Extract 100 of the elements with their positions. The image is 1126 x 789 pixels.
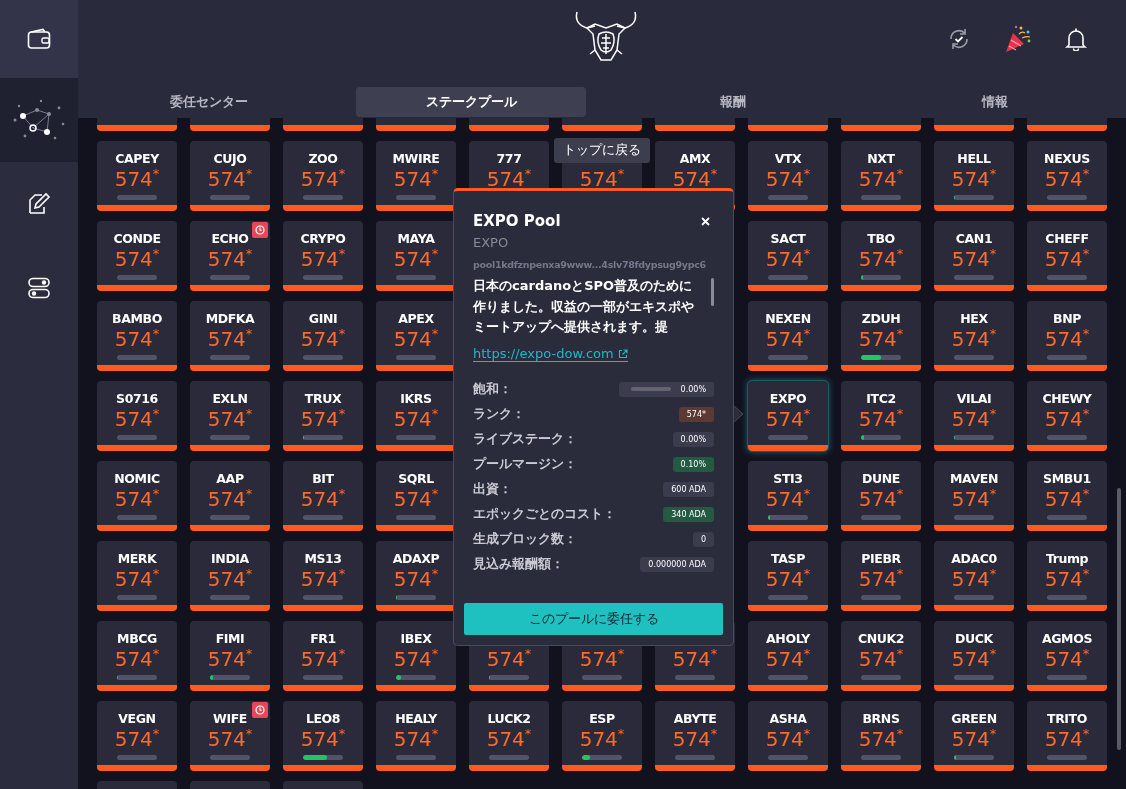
pool-card[interactable]: TBO 574$^{*}$ xyxy=(841,221,921,291)
pool-ticker: STI3 xyxy=(773,471,803,487)
pool-card[interactable]: STI3 574$^{*}$ xyxy=(748,461,828,531)
pool-card[interactable]: HELL 574$^{*}$ xyxy=(934,141,1014,211)
tab[interactable]: ステークプール xyxy=(356,87,586,117)
pool-card[interactable]: APEX 574$^{*}$ xyxy=(376,301,456,371)
pool-card[interactable]: ABYTE 574$^{*}$ xyxy=(655,701,735,771)
pool-card[interactable]: CONDE 574$^{*}$ xyxy=(97,221,177,291)
pool-card[interactable]: ESP 574$^{*}$ xyxy=(562,701,642,771)
saturation-bar xyxy=(954,755,994,760)
pool-card[interactable]: AHOLY 574$^{*}$ xyxy=(748,621,828,691)
tab[interactable]: 情報 xyxy=(880,87,1110,117)
pool-rank: 574$^{*}$ xyxy=(1044,487,1090,511)
tab[interactable]: 委任センター xyxy=(94,87,324,117)
pool-ticker: INDIA xyxy=(211,551,249,567)
pool-card[interactable]: BAMBO 574$^{*}$ xyxy=(97,301,177,371)
pool-card[interactable]: MWIRE 574$^{*}$ xyxy=(376,141,456,211)
pool-card[interactable]: MS13 574$^{*}$ xyxy=(283,541,363,611)
pen-paper-icon[interactable] xyxy=(27,192,51,216)
pool-card[interactable]: CAN1 574$^{*}$ xyxy=(934,221,1014,291)
pool-card[interactable]: NEXUS 574$^{*}$ xyxy=(1027,141,1107,211)
pool-card[interactable]: ITC2 574$^{*}$ xyxy=(841,381,921,451)
wallet-icon[interactable] xyxy=(27,28,51,50)
pool-card[interactable]: FIMI 574$^{*}$ xyxy=(190,621,270,691)
pool-rank: 574$^{*}$ xyxy=(858,647,904,671)
pool-card[interactable]: MBCG 574$^{*}$ xyxy=(97,621,177,691)
pool-card[interactable]: CAPEY 574$^{*}$ xyxy=(97,141,177,211)
pool-card[interactable]: VTX 574$^{*}$ xyxy=(748,141,828,211)
party-popper-icon[interactable] xyxy=(1003,24,1033,54)
pool-card[interactable]: FR1 574$^{*}$ xyxy=(283,621,363,691)
pool-card[interactable]: SACT 574$^{*}$ xyxy=(748,221,828,291)
sidebar-item[interactable] xyxy=(0,78,78,162)
pool-card[interactable]: EXLN 574$^{*}$ xyxy=(190,381,270,451)
pool-card[interactable]: CHEWY 574$^{*}$ xyxy=(1027,381,1107,451)
pool-rank: 574$^{*}$ xyxy=(858,247,904,271)
pool-card[interactable]: ADAXP 574$^{*}$ xyxy=(376,541,456,611)
pool-ticker: EXLN xyxy=(212,391,248,407)
delegate-button[interactable]: このプールに委任する xyxy=(464,603,723,635)
pool-card[interactable]: CHEFF 574$^{*}$ xyxy=(1027,221,1107,291)
pool-card[interactable]: WIFE 574$^{*}$ xyxy=(190,701,270,771)
pool-card[interactable]: MDFKA 574$^{*}$ xyxy=(190,301,270,371)
pool-card[interactable]: TASP 574$^{*}$ xyxy=(748,541,828,611)
pool-card[interactable]: BNP 574$^{*}$ xyxy=(1027,301,1107,371)
pool-card[interactable]: GREEN 574$^{*}$ xyxy=(934,701,1014,771)
scrollbar[interactable] xyxy=(1117,488,1121,750)
pool-ticker: NEXEN xyxy=(765,311,811,327)
pool-card[interactable]: S0716 574$^{*}$ xyxy=(97,381,177,451)
scrollbar-thumb[interactable] xyxy=(711,278,714,306)
pool-card[interactable]: EXPO 574$^{*}$ xyxy=(748,381,828,451)
pool-card[interactable]: CUJO 574$^{*}$ xyxy=(190,141,270,211)
pool-card[interactable]: ASHA 574$^{*}$ xyxy=(748,701,828,771)
website-link[interactable]: https://expo-dow.com xyxy=(473,346,628,362)
pool-card[interactable]: Trump 574$^{*}$ xyxy=(1027,541,1107,611)
pool-card[interactable]: DUNE 574$^{*}$ xyxy=(841,461,921,531)
pool-card[interactable]: ZDUH 574$^{*}$ xyxy=(841,301,921,371)
pool-card[interactable]: BIT 574$^{*}$ xyxy=(283,461,363,531)
toggles-icon[interactable] xyxy=(27,276,51,300)
pool-card[interactable]: MAYA 574$^{*}$ xyxy=(376,221,456,291)
network-icon[interactable] xyxy=(11,98,67,142)
pool-card[interactable]: AAP 574$^{*}$ xyxy=(190,461,270,531)
pool-card[interactable]: ADAC0 574$^{*}$ xyxy=(934,541,1014,611)
pool-card[interactable]: PIEBR 574$^{*}$ xyxy=(841,541,921,611)
bell-icon[interactable] xyxy=(1065,27,1087,51)
pool-card[interactable]: CNUK2 574$^{*}$ xyxy=(841,621,921,691)
pool-card[interactable]: NEXEN 574$^{*}$ xyxy=(748,301,828,371)
sidebar-item[interactable] xyxy=(0,0,78,78)
pool-card[interactable]: VEGN 574$^{*}$ xyxy=(97,701,177,771)
pool-card[interactable]: LEO8 574$^{*}$ xyxy=(283,701,363,771)
pool-card[interactable]: IKRS 574$^{*}$ xyxy=(376,381,456,451)
pool-card[interactable]: GINI 574$^{*}$ xyxy=(283,301,363,371)
pool-card[interactable]: SMBU1 574$^{*}$ xyxy=(1027,461,1107,531)
pool-card[interactable]: TRITO 574$^{*}$ xyxy=(1027,701,1107,771)
stat-value: 0.10% xyxy=(672,456,714,472)
pool-card[interactable]: VILAI 574$^{*}$ xyxy=(934,381,1014,451)
pool-card[interactable]: MERK 574$^{*}$ xyxy=(97,541,177,611)
sync-check-icon[interactable] xyxy=(947,27,971,51)
pool-ticker: CRYPO xyxy=(300,231,346,247)
pool-card[interactable]: ZOO 574$^{*}$ xyxy=(283,141,363,211)
pool-card[interactable]: DUCK 574$^{*}$ xyxy=(934,621,1014,691)
pool-card[interactable]: CRYPO 574$^{*}$ xyxy=(283,221,363,291)
pool-card[interactable]: HEX 574$^{*}$ xyxy=(934,301,1014,371)
pool-card[interactable]: AGMOS 574$^{*}$ xyxy=(1027,621,1107,691)
pool-card[interactable]: HEALY 574$^{*}$ xyxy=(376,701,456,771)
pool-rank: 574$^{*}$ xyxy=(765,247,811,271)
pool-card[interactable]: BRNS 574$^{*}$ xyxy=(841,701,921,771)
pool-rank: 574$^{*}$ xyxy=(300,647,346,671)
pool-ticker: CNUK2 xyxy=(857,631,905,647)
pool-ticker: EXPO xyxy=(769,391,807,407)
pool-card[interactable]: INDIA 574$^{*}$ xyxy=(190,541,270,611)
tab[interactable]: 報酬 xyxy=(618,87,848,117)
pool-card[interactable]: TRUX 574$^{*}$ xyxy=(283,381,363,451)
pool-card[interactable]: NXT 574$^{*}$ xyxy=(841,141,921,211)
pool-card[interactable]: MAVEN 574$^{*}$ xyxy=(934,461,1014,531)
pool-card[interactable]: ECHO 574$^{*}$ xyxy=(190,221,270,291)
pool-card[interactable]: SQRL 574$^{*}$ xyxy=(376,461,456,531)
pool-card[interactable]: LUCK2 574$^{*}$ xyxy=(469,701,549,771)
pool-rank: 574$^{*}$ xyxy=(672,647,718,671)
pool-card[interactable]: IBEX 574$^{*}$ xyxy=(376,621,456,691)
pool-rank: 574$^{*}$ xyxy=(1044,567,1090,591)
pool-card[interactable]: NOMIC 574$^{*}$ xyxy=(97,461,177,531)
